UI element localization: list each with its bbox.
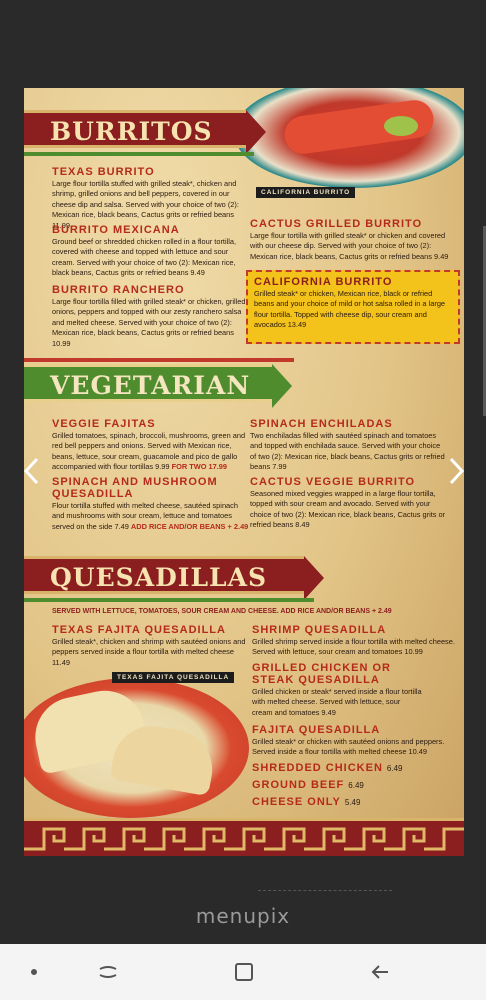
- screen: CALIFORNIA BURRITO BURRITOS TEXAS BURRIT…: [0, 0, 486, 1000]
- item-title: TEXAS BURRITO: [52, 166, 155, 178]
- item-title: CACTUS GRILLED BURRITO: [250, 218, 423, 230]
- watermark-text: menupix: [195, 904, 291, 928]
- recent-apps-icon[interactable]: [96, 960, 120, 984]
- menu-item-shredded-chicken: SHREDDED CHICKEN 6.49: [252, 762, 402, 774]
- menu-item-spinach-enchiladas: SPINACH ENCHILADAS Two enchiladas filled…: [250, 418, 446, 473]
- avocado: [384, 116, 418, 136]
- banner-stripe: [24, 598, 314, 602]
- item-desc: Grilled steak*, chicken and shrimp with …: [52, 637, 246, 667]
- menu-item-grilled-chicken-steak-quesadilla: GRILLED CHICKEN OR STEAK QUESADILLA Gril…: [252, 662, 422, 718]
- vegetarian-banner: VEGETARIAN: [24, 364, 292, 408]
- item-desc: Seasoned mixed veggies wrapped in a larg…: [250, 489, 446, 530]
- item-title: CHEESE ONLY: [252, 796, 341, 808]
- chevron-left-icon[interactable]: [22, 456, 42, 485]
- item-title: SPINACH AND MUSHROOM QUESADILLA: [52, 476, 218, 500]
- back-arrow-icon[interactable]: [368, 960, 392, 984]
- menu-item-texas-burrito: TEXAS BURRITO Large flour tortilla stuff…: [52, 166, 248, 231]
- quesadilla-photo-caption: TEXAS FAJITA QUESADILLA: [112, 672, 235, 683]
- item-extra: ADD RICE AND/OR BEANS + 2.49: [130, 521, 249, 531]
- menu-item-burrito-mexicana: BURRITO MEXICANA Ground beef or shredded…: [52, 224, 248, 279]
- item-price: 5.49: [344, 798, 361, 807]
- item-title: BURRITO MEXICANA: [52, 224, 180, 236]
- menu-item-veggie-fajitas: VEGGIE FAJITAS Grilled tomatoes, spinach…: [52, 418, 248, 473]
- menu-item-cheese-only: CHEESE ONLY 5.49: [252, 796, 360, 808]
- item-price: 6.49: [386, 764, 403, 773]
- item-desc: Two enchiladas filled with sautéed spina…: [250, 431, 445, 472]
- item-desc: Grilled steak* or chicken, Mexican rice,…: [254, 289, 446, 330]
- item-title: CALIFORNIA BURRITO: [254, 276, 393, 288]
- item-desc: Flour tortilla stuffed with melted chees…: [52, 501, 252, 532]
- item-title: SHREDDED CHICKEN: [252, 762, 383, 774]
- featured-california-burrito: CALIFORNIA BURRITO Grilled steak* or chi…: [246, 270, 460, 344]
- item-desc: Grilled steak* or chicken with sautéed o…: [252, 737, 445, 757]
- menu-item-fajita-quesadilla: FAJITA QUESADILLA Grilled steak* or chic…: [252, 724, 452, 758]
- item-title: FAJITA QUESADILLA: [252, 724, 381, 736]
- item-title: BURRITO RANCHERO: [52, 284, 185, 296]
- dot-icon[interactable]: [22, 960, 46, 984]
- item-price: 6.49: [348, 781, 364, 790]
- item-desc: Ground beef or shredded chicken rolled i…: [52, 237, 237, 278]
- item-title: GROUND BEEF: [252, 779, 345, 791]
- menu-item-shrimp-quesadilla: SHRIMP QUESADILLA Grilled shrimp served …: [252, 624, 460, 658]
- decorative-footer: [24, 818, 464, 856]
- item-desc: Grilled chicken or steak* served inside …: [252, 687, 422, 717]
- item-title: CACTUS VEGGIE BURRITO: [250, 476, 416, 488]
- banner-stripe: [24, 358, 294, 362]
- item-title: VEGGIE FAJITAS: [52, 418, 156, 430]
- chevron-right-icon[interactable]: [446, 456, 466, 485]
- menu-item-texas-fajita-quesadilla: TEXAS FAJITA QUESADILLA Grilled steak*, …: [52, 624, 246, 668]
- banner-stripe: [24, 152, 254, 156]
- menu-item-cactus-grilled-burrito: CACTUS GRILLED BURRITO Large flour torti…: [250, 218, 460, 262]
- menu-item-spinach-mushroom-quesadilla: SPINACH AND MUSHROOM QUESADILLA Flour to…: [52, 476, 252, 532]
- item-desc: Large flour tortilla filled with grilled…: [52, 297, 246, 348]
- burrito-photo-caption: CALIFORNIA BURRITO: [256, 187, 356, 198]
- item-desc: Grilled shrimp served inside a flour tor…: [252, 637, 455, 657]
- menu-item-burrito-ranchero: BURRITO RANCHERO Large flour tortilla fi…: [52, 284, 248, 349]
- item-title: TEXAS FAJITA QUESADILLA: [52, 624, 226, 636]
- greek-key-pattern: [24, 827, 464, 851]
- menu-image: CALIFORNIA BURRITO BURRITOS TEXAS BURRIT…: [24, 88, 464, 856]
- menu-item-cactus-veggie-burrito: CACTUS VEGGIE BURRITO Seasoned mixed veg…: [250, 476, 446, 531]
- square-icon[interactable]: [232, 960, 256, 984]
- system-nav-bar: [0, 944, 486, 1000]
- item-desc: Large flour tortilla with grilled steak*…: [250, 231, 449, 261]
- item-extra: FOR TWO 17.99: [171, 462, 228, 472]
- item-title: GRILLED CHICKEN OR STEAK QUESADILLA: [252, 662, 391, 686]
- burritos-banner: BURRITOS: [24, 110, 266, 154]
- quesadillas-note: SERVED WITH LETTUCE, TOMATOES, SOUR CREA…: [52, 608, 392, 615]
- item-desc: Grilled tomatoes, spinach, broccoli, mus…: [52, 431, 248, 473]
- watermark-divider: [258, 890, 392, 891]
- quesadillas-banner: QUESADILLAS: [24, 556, 324, 600]
- item-title: SHRIMP QUESADILLA: [252, 624, 387, 636]
- menu-item-ground-beef: GROUND BEEF 6.49: [252, 779, 364, 791]
- item-title: SPINACH ENCHILADAS: [250, 418, 393, 430]
